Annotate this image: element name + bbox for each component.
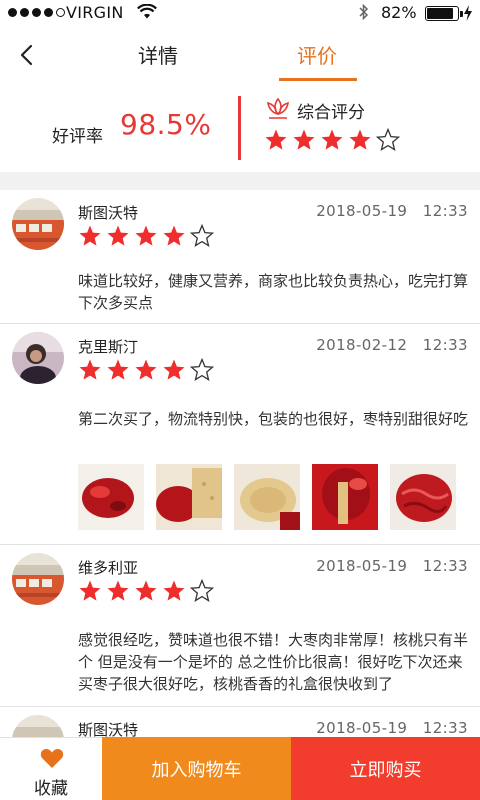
review-text: 第二次买了，物流特别快，包装的也很好，枣特别甜很好吃: [78, 410, 469, 428]
star-icon: [163, 359, 185, 380]
favorite-label: 收藏: [34, 779, 68, 799]
avatar[interactable]: [12, 553, 64, 605]
overall-score-stars: [264, 128, 400, 152]
positive-rate-value: 98.5%: [120, 108, 212, 141]
review-item: 斯图沃特 2018-05-19 12:33 味道比较好，健康又营养，商家也比较负…: [0, 190, 480, 324]
tab-details[interactable]: 详情: [138, 40, 178, 69]
avatar[interactable]: [12, 715, 64, 737]
star-icon: [79, 580, 101, 601]
star-icon: [107, 225, 129, 246]
review-date: 2018-05-19 12:33: [316, 557, 468, 575]
avatar[interactable]: [12, 332, 64, 384]
star-icon: [376, 128, 400, 151]
star-icon: [190, 224, 214, 247]
review-date: 2018-05-19 12:33: [316, 719, 468, 737]
review-stars: [78, 224, 214, 248]
review-stars: [78, 579, 214, 603]
star-icon: [135, 225, 157, 246]
review-item: 斯图沃特 2018-05-19 12:33: [0, 707, 480, 737]
review-photo[interactable]: [234, 464, 300, 530]
rating-summary: 好评率 98.5% 综合评分: [0, 86, 480, 172]
star-icon: [265, 129, 287, 150]
review-item: 克里斯汀 2018-02-12 12:33 第二次买了，物流特别快，包装的也很好…: [0, 324, 480, 545]
review-text: 味道比较好，健康又营养，商家也比较负责热心，吃完打算下次多买点: [78, 272, 469, 312]
wifi-icon: [137, 3, 157, 24]
star-icon: [163, 225, 185, 246]
avatar[interactable]: [12, 198, 64, 250]
review-text: 感觉很经吃，赞味道也很不错！大枣肉非常厚！核桃只有半个 但是没有一个是坏的 总之…: [78, 631, 469, 693]
star-icon: [163, 580, 185, 601]
review-photo[interactable]: [78, 464, 144, 530]
active-tab-indicator: [279, 78, 357, 81]
star-icon: [107, 359, 129, 380]
reviewer-name: 维多利亚: [78, 559, 139, 577]
battery-icon: [425, 6, 463, 21]
star-icon: [79, 225, 101, 246]
bottom-action-bar: 收藏 加入购物车 立即购买: [0, 737, 480, 800]
bluetooth-icon: [358, 3, 370, 25]
star-icon: [190, 358, 214, 381]
favorite-button[interactable]: 收藏: [0, 737, 102, 800]
reviewer-name: 斯图沃特: [78, 721, 139, 737]
star-icon: [79, 359, 101, 380]
summary-divider: [238, 96, 241, 160]
review-date: 2018-02-12 12:33: [316, 336, 468, 354]
positive-rate-label: 好评率: [52, 127, 103, 147]
top-navigation: 详情 评价: [0, 26, 480, 84]
star-icon: [135, 580, 157, 601]
battery-percentage: 82%: [381, 3, 417, 22]
review-photo[interactable]: [156, 464, 222, 530]
star-icon: [135, 359, 157, 380]
review-photo[interactable]: [390, 464, 456, 530]
star-icon: [321, 129, 343, 150]
tab-reviews[interactable]: 评价: [297, 40, 337, 69]
reviewer-name: 克里斯汀: [78, 338, 139, 356]
review-photos: [78, 464, 456, 530]
star-icon: [349, 129, 371, 150]
review-item: 维多利亚 2018-05-19 12:33 感觉很经吃，赞味道也很不错！大枣肉非…: [0, 545, 480, 707]
review-date: 2018-05-19 12:33: [316, 202, 468, 220]
star-icon: [190, 579, 214, 602]
overall-score-label: 综合评分: [297, 103, 365, 123]
review-photo[interactable]: [312, 464, 378, 530]
section-separator: [0, 172, 480, 190]
review-stars: [78, 358, 214, 382]
status-bar: VIRGIN 82%: [0, 0, 480, 26]
carrier-name: VIRGIN: [66, 3, 124, 22]
signal-strength-icon: [8, 8, 65, 17]
heart-icon: [40, 747, 64, 773]
reviewer-name: 斯图沃特: [78, 204, 139, 222]
back-button[interactable]: [14, 40, 42, 70]
chevron-left-icon: [20, 44, 33, 66]
buy-now-button[interactable]: 立即购买: [291, 737, 480, 800]
star-icon: [293, 129, 315, 150]
add-to-cart-button[interactable]: 加入购物车: [102, 737, 291, 800]
star-icon: [107, 580, 129, 601]
lotus-icon: [264, 96, 292, 126]
charging-icon: [463, 4, 473, 26]
